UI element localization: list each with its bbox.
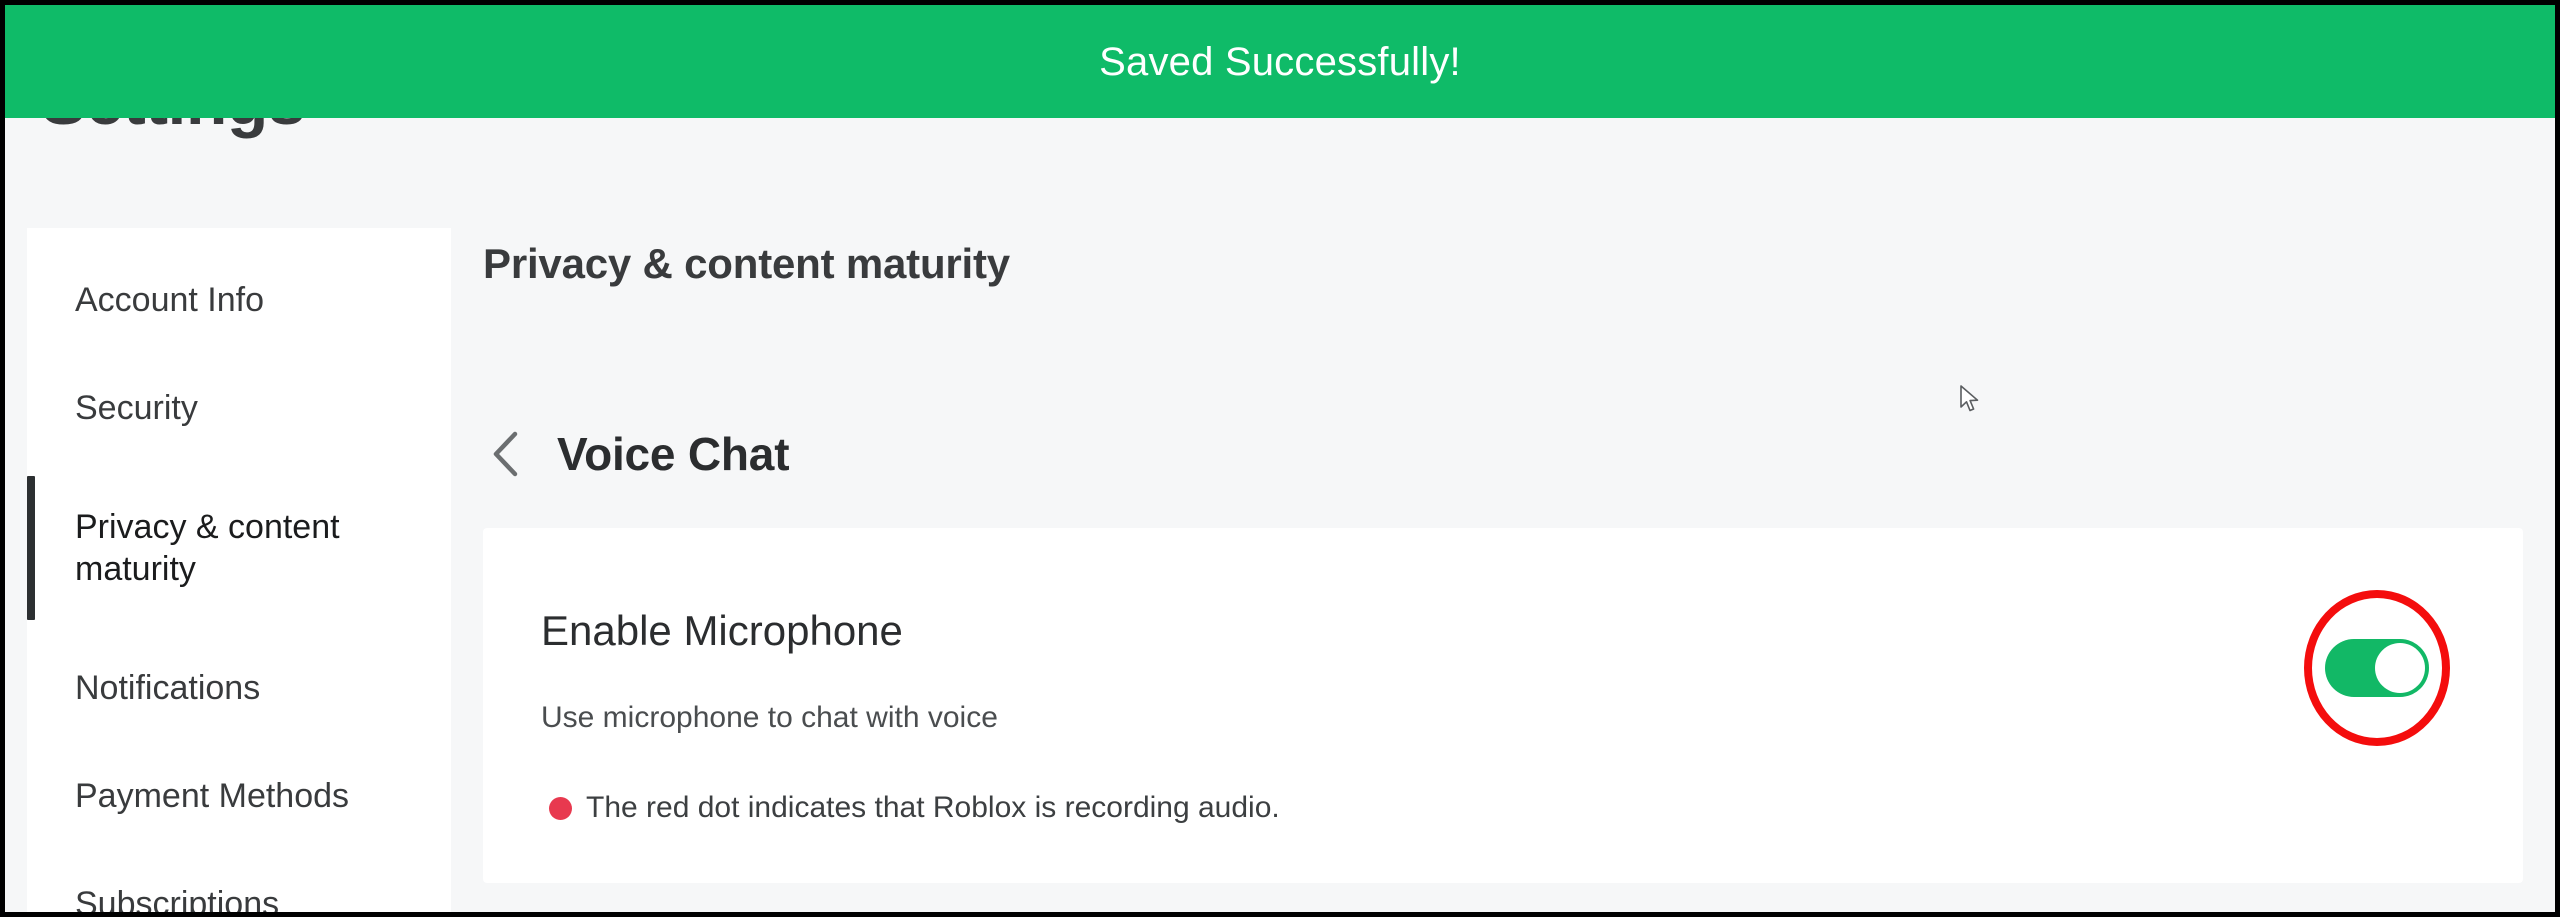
recording-note-text: The red dot indicates that Roblox is rec…: [586, 791, 1280, 824]
chevron-left-icon[interactable]: [483, 428, 527, 480]
enable-microphone-toggle[interactable]: [2325, 639, 2429, 697]
red-dot-icon: [549, 796, 572, 820]
voice-chat-setting-card: Enable Microphone Use microphone to chat…: [483, 528, 2523, 883]
enable-microphone-toggle-wrapper: [2297, 588, 2457, 748]
sidebar-item-notifications[interactable]: Notifications: [27, 634, 451, 742]
sidebar-item-label: Security: [75, 388, 198, 427]
subsection-title: Voice Chat: [557, 428, 790, 480]
setting-description: Use microphone to chat with voice: [541, 701, 998, 734]
sidebar-item-account-info[interactable]: Account Info: [27, 246, 451, 354]
sidebar-item-subscriptions[interactable]: Subscriptions: [27, 850, 451, 917]
sidebar-item-privacy-content-maturity[interactable]: Privacy & content maturity: [27, 462, 451, 634]
settings-sidebar: Account Info Security Privacy & content …: [27, 228, 451, 917]
enable-microphone-row: Enable Microphone Use microphone to chat…: [541, 528, 2465, 883]
toggle-knob: [2375, 643, 2425, 693]
sidebar-item-label: Payment Methods: [75, 776, 350, 815]
setting-title: Enable Microphone: [541, 607, 903, 654]
sidebar-item-label: Privacy & content maturity: [75, 507, 340, 589]
sidebar-item-label: Subscriptions: [75, 884, 280, 917]
sidebar-item-label: Account Info: [75, 280, 265, 319]
sidebar-item-security[interactable]: Security: [27, 354, 451, 462]
sidebar-item-label: Notifications: [75, 668, 261, 707]
app-window: Settings Saved Successfully! Account Inf…: [0, 0, 2560, 917]
sidebar-item-payment-methods[interactable]: Payment Methods: [27, 742, 451, 850]
main-content: Privacy & content maturity Voice Chat En…: [483, 118, 2555, 912]
recording-note: The red dot indicates that Roblox is rec…: [549, 793, 1280, 823]
success-banner-text: Saved Successfully!: [1099, 39, 1461, 84]
subsection-header: Voice Chat: [483, 428, 790, 480]
success-banner: Saved Successfully!: [5, 5, 2555, 118]
page-body: Account Info Security Privacy & content …: [5, 118, 2555, 912]
section-heading: Privacy & content maturity: [483, 240, 1010, 287]
